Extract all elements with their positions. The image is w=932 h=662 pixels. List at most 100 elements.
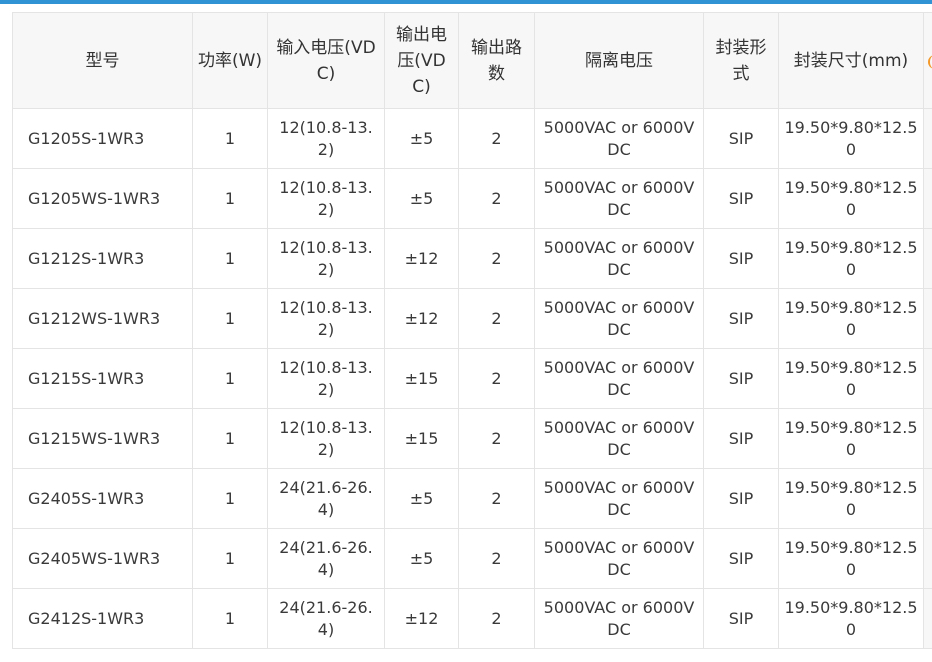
cell-output-voltage: ±15 [384,348,459,409]
header-size: 封装尺寸(mm) [778,12,924,109]
cell-isolation: 5000VAC or 6000VDC [534,108,704,169]
cell-power: 1 [192,588,268,649]
cell-package: SIP [703,468,779,529]
page: 型号 功率(W) 输入电压(VDC) 输出电压(VDC) 输出路数 隔离电压 封… [0,0,932,662]
cell-package: SIP [703,288,779,349]
cell-channels: 2 [458,168,535,229]
cell-model[interactable]: G1215S-1WR3 [12,348,193,409]
cell-isolation: 5000VAC or 6000VDC [534,468,704,529]
cell-isolation: 5000VAC or 6000VDC [534,588,704,649]
cell-partial-column [923,168,932,229]
header-isolation: 隔离电压 [534,12,704,109]
cell-model[interactable]: G2412S-1WR3 [12,588,193,649]
cell-size: 19.50*9.80*12.50 [778,588,924,649]
cell-model[interactable]: G1205WS-1WR3 [12,168,193,229]
cell-power: 1 [192,468,268,529]
cell-size: 19.50*9.80*12.50 [778,288,924,349]
cell-input-voltage: 12(10.8-13.2) [267,348,385,409]
cell-package: SIP [703,168,779,229]
table-row[interactable]: G2405S-1WR3 1 24(21.6-26.4) ±5 2 5000VAC… [12,468,932,529]
cell-channels: 2 [458,288,535,349]
cell-channels: 2 [458,108,535,169]
cell-package: SIP [703,588,779,649]
cell-input-voltage: 12(10.8-13.2) [267,168,385,229]
cell-output-voltage: ±12 [384,228,459,289]
cell-output-voltage: ±5 [384,168,459,229]
cell-channels: 2 [458,528,535,589]
cell-channels: 2 [458,588,535,649]
cell-input-voltage: 12(10.8-13.2) [267,108,385,169]
cell-channels: 2 [458,468,535,529]
product-table: 型号 功率(W) 输入电压(VDC) 输出电压(VDC) 输出路数 隔离电压 封… [12,12,932,649]
top-accent-bar [0,0,932,4]
cell-input-voltage: 12(10.8-13.2) [267,288,385,349]
cell-model[interactable]: G1212S-1WR3 [12,228,193,289]
cell-package: SIP [703,228,779,289]
table-row[interactable]: G2412S-1WR3 1 24(21.6-26.4) ±12 2 5000VA… [12,588,932,649]
table-header-row: 型号 功率(W) 输入电压(VDC) 输出电压(VDC) 输出路数 隔离电压 封… [12,12,932,109]
cell-size: 19.50*9.80*12.50 [778,528,924,589]
table-row[interactable]: G1205S-1WR3 1 12(10.8-13.2) ±5 2 5000VAC… [12,108,932,169]
cell-size: 19.50*9.80*12.50 [778,348,924,409]
header-package: 封装形式 [703,12,779,109]
header-model: 型号 [12,12,193,109]
cell-output-voltage: ±5 [384,528,459,589]
cell-output-voltage: ±5 [384,108,459,169]
cell-input-voltage: 24(21.6-26.4) [267,588,385,649]
cell-partial-column [923,228,932,289]
cell-power: 1 [192,228,268,289]
cell-partial-column [923,108,932,169]
table-row[interactable]: G1215WS-1WR3 1 12(10.8-13.2) ±15 2 5000V… [12,408,932,469]
cell-size: 19.50*9.80*12.50 [778,228,924,289]
product-table-container[interactable]: 型号 功率(W) 输入电压(VDC) 输出电压(VDC) 输出路数 隔离电压 封… [12,12,932,662]
table-row[interactable]: G1212S-1WR3 1 12(10.8-13.2) ±12 2 5000VA… [12,228,932,289]
table-row[interactable]: G1205WS-1WR3 1 12(10.8-13.2) ±5 2 5000VA… [12,168,932,229]
cell-isolation: 5000VAC or 6000VDC [534,348,704,409]
cell-power: 1 [192,168,268,229]
cell-package: SIP [703,108,779,169]
cell-power: 1 [192,348,268,409]
header-partial-column [923,12,932,109]
table-row[interactable]: G1215S-1WR3 1 12(10.8-13.2) ±15 2 5000VA… [12,348,932,409]
cell-package: SIP [703,348,779,409]
cell-partial-column [923,348,932,409]
cell-input-voltage: 12(10.8-13.2) [267,408,385,469]
cell-isolation: 5000VAC or 6000VDC [534,528,704,589]
cell-size: 19.50*9.80*12.50 [778,168,924,229]
cell-model[interactable]: G1205S-1WR3 [12,108,193,169]
cell-partial-column [923,528,932,589]
cell-partial-column [923,468,932,529]
cell-model[interactable]: G2405S-1WR3 [12,468,193,529]
cell-output-voltage: ±12 [384,288,459,349]
cell-size: 19.50*9.80*12.50 [778,108,924,169]
header-input-voltage: 输入电压(VDC) [267,12,385,109]
cell-power: 1 [192,108,268,169]
cell-size: 19.50*9.80*12.50 [778,408,924,469]
table-row[interactable]: G2405WS-1WR3 1 24(21.6-26.4) ±5 2 5000VA… [12,528,932,589]
cell-output-voltage: ±5 [384,468,459,529]
cell-channels: 2 [458,228,535,289]
cell-input-voltage: 24(21.6-26.4) [267,528,385,589]
cell-package: SIP [703,408,779,469]
cell-power: 1 [192,288,268,349]
cell-input-voltage: 12(10.8-13.2) [267,228,385,289]
cell-isolation: 5000VAC or 6000VDC [534,408,704,469]
cell-channels: 2 [458,348,535,409]
cell-power: 1 [192,408,268,469]
cell-power: 1 [192,528,268,589]
table-row[interactable]: G1212WS-1WR3 1 12(10.8-13.2) ±12 2 5000V… [12,288,932,349]
cell-input-voltage: 24(21.6-26.4) [267,468,385,529]
cell-model[interactable]: G2405WS-1WR3 [12,528,193,589]
cell-output-voltage: ±12 [384,588,459,649]
cell-channels: 2 [458,408,535,469]
cell-partial-column [923,288,932,349]
cell-isolation: 5000VAC or 6000VDC [534,168,704,229]
cell-isolation: 5000VAC or 6000VDC [534,288,704,349]
cell-model[interactable]: G1212WS-1WR3 [12,288,193,349]
partial-orange-icon [928,55,932,69]
cell-size: 19.50*9.80*12.50 [778,468,924,529]
cell-model[interactable]: G1215WS-1WR3 [12,408,193,469]
cell-isolation: 5000VAC or 6000VDC [534,228,704,289]
cell-package: SIP [703,528,779,589]
cell-output-voltage: ±15 [384,408,459,469]
